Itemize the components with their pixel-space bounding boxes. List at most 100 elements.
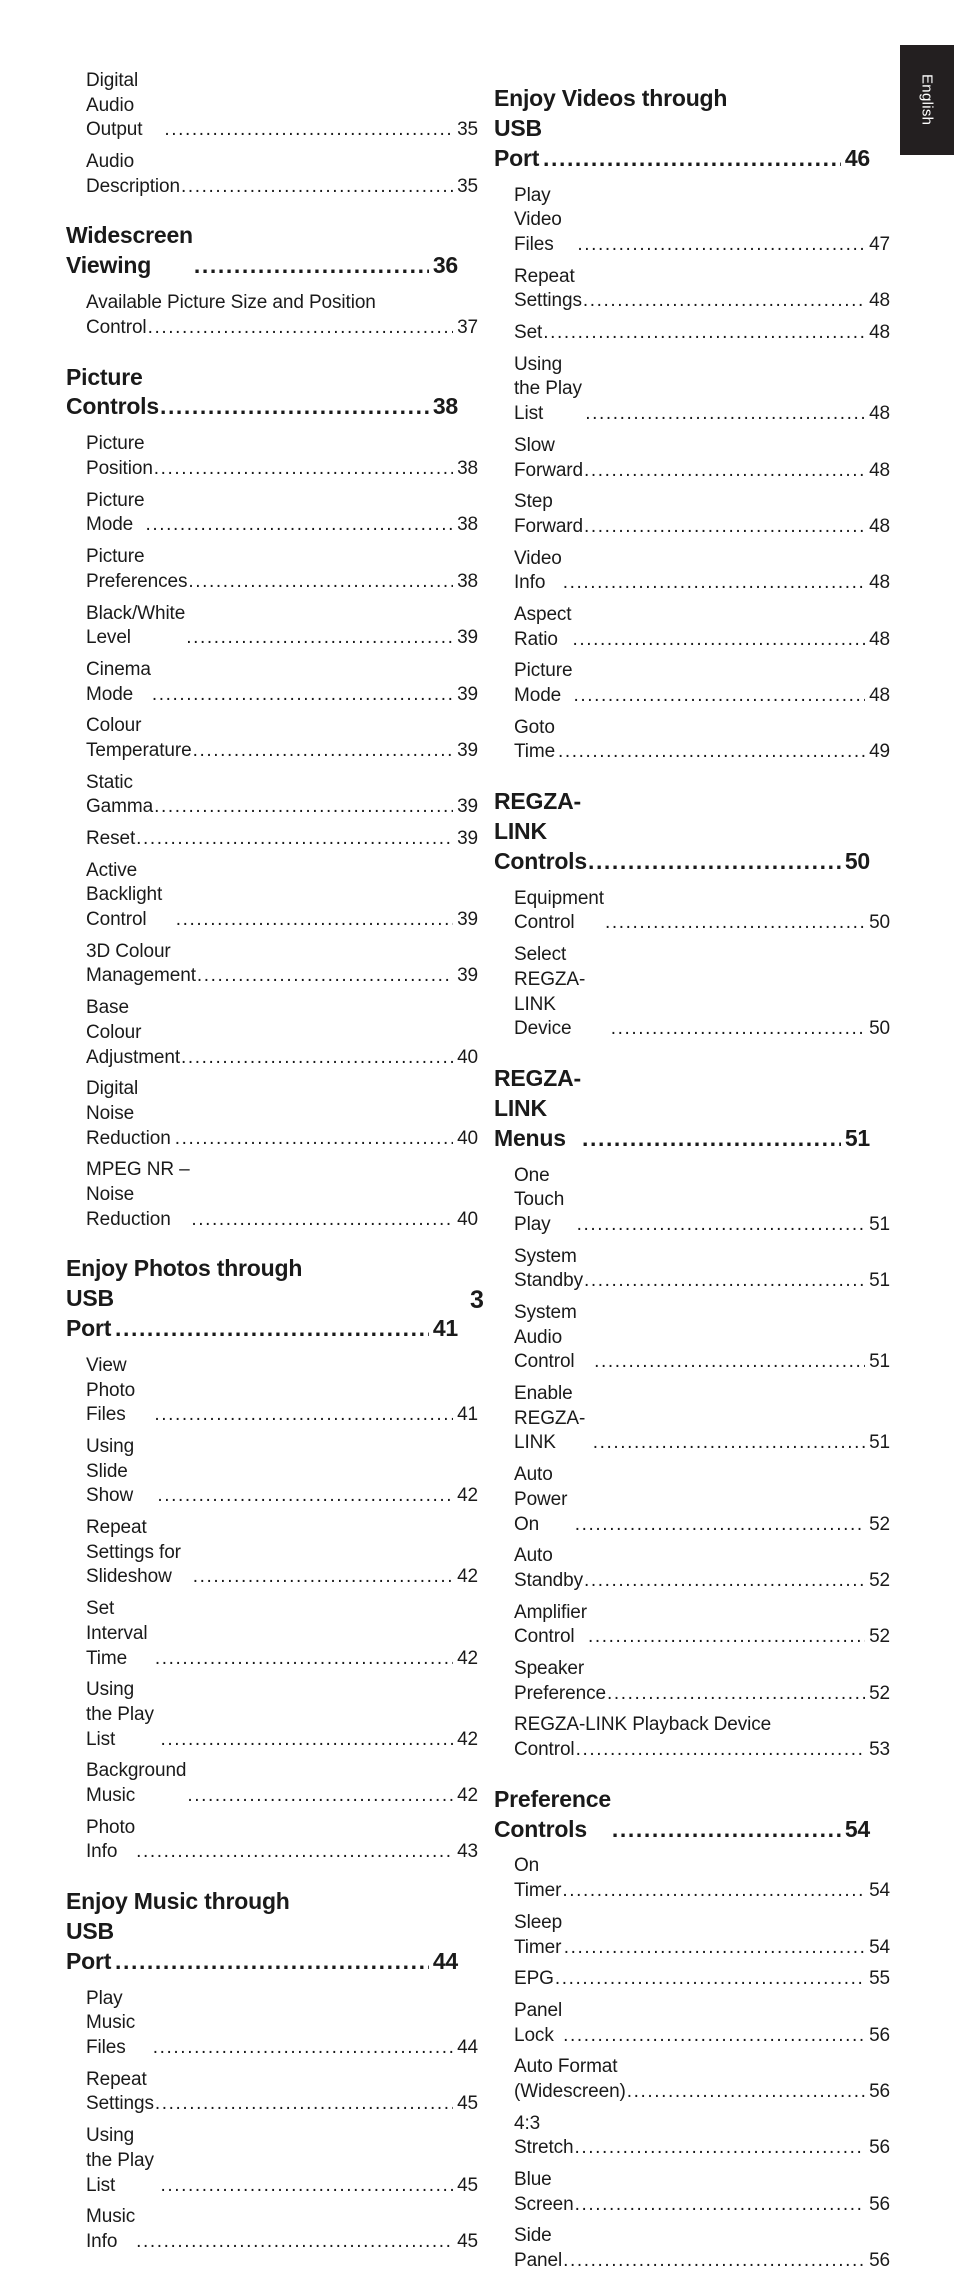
page-number: 3 [470, 1286, 484, 1314]
toc-entry-title: 4:3 Stretch [514, 2112, 574, 2159]
toc-leader-dots: ........................................… [562, 572, 866, 594]
toc-sub-entry[interactable]: View Photo Files........................… [66, 1354, 478, 1428]
toc-sub-entry[interactable]: 3D Colour Management ...................… [66, 940, 478, 989]
toc-leader-dots: ........................................… [594, 1351, 865, 1373]
toc-sub-entry[interactable]: Speaker Preference .....................… [494, 1657, 890, 1706]
toc-sub-entry[interactable]: On Timer................................… [494, 1854, 890, 1903]
toc-sub-entry[interactable]: Play Video Files........................… [494, 184, 890, 258]
toc-sub-entry[interactable]: Using Slide Show .......................… [66, 1435, 478, 1509]
toc-entry-title: Side Panel [514, 2225, 563, 2272]
toc-entry-title: Available Picture Size and Position [86, 292, 376, 314]
toc-leader-dots: ........................................… [583, 459, 866, 481]
toc-sub-entry[interactable]: Music Info..............................… [66, 2205, 478, 2254]
toc-entry-page-number: 56 [869, 2137, 890, 2159]
toc-sub-entry[interactable]: Side Panel..............................… [494, 2224, 890, 2273]
toc-chapter-entry[interactable]: REGZA-LINK Controls.....................… [494, 787, 870, 877]
language-tab-label: English [918, 74, 936, 126]
toc-sub-entry[interactable]: One Touch Play .........................… [494, 1164, 890, 1238]
toc-sub-entry[interactable]: Set ....................................… [494, 321, 890, 346]
toc-sub-entry[interactable]: Black/White Level.......................… [66, 602, 478, 651]
toc-sub-entry[interactable]: Using the Play List.....................… [494, 353, 890, 427]
toc-sub-entry[interactable]: Panel Lock..............................… [494, 1999, 890, 2048]
toc-sub-entry[interactable]: Repeat Settings for Slideshow ..........… [66, 1516, 478, 1590]
toc-entry-title: Goto Time [514, 716, 556, 763]
toc-sub-entry[interactable]: Static Gamma............................… [66, 771, 478, 820]
toc-leader-dots: ........................................… [160, 1728, 454, 1750]
toc-sub-entry[interactable]: Picture Preferences.....................… [66, 545, 478, 594]
toc-sub-entry[interactable]: Amplifier Control.......................… [494, 1601, 890, 1650]
toc-sub-entry[interactable]: Repeat Settings.........................… [494, 265, 890, 314]
toc-entry-title: Repeat Settings [86, 2068, 154, 2115]
toc-sub-entry[interactable]: Select REGZA-LINK Device................… [494, 943, 890, 1042]
toc-leader-dots: ........................................… [147, 316, 454, 338]
toc-leader-dots: ........................................… [192, 1566, 453, 1588]
toc-sub-entry[interactable]: Auto Power On ..........................… [494, 1463, 890, 1537]
toc-sub-entry[interactable]: Digital Noise Reduction ................… [66, 1077, 478, 1151]
toc-entry-page-number: 51 [869, 1351, 890, 1373]
toc-leader-dots: ........................................… [543, 322, 865, 344]
toc-chapter-entry[interactable]: Enjoy Music through USB Port.............… [66, 1887, 458, 1977]
toc-entry-title: Blue Screen [514, 2169, 574, 2215]
language-tab: English [900, 45, 954, 155]
toc-entry-page-number: 54 [869, 1936, 890, 1958]
toc-chapter-entry[interactable]: Widescreen Viewing......................… [66, 221, 458, 281]
toc-sub-entry[interactable]: Audio Description ......................… [66, 150, 478, 199]
toc-sub-entry[interactable]: Reset...................................… [66, 827, 478, 852]
toc-sub-entry[interactable]: Slow Forward ...........................… [494, 434, 890, 483]
toc-sub-entry[interactable]: MPEG NR – Noise Reduction ..............… [66, 1158, 478, 1232]
toc-entry-page-number: 56 [869, 2080, 890, 2102]
toc-sub-entry[interactable]: Colour Temperature......................… [66, 714, 478, 763]
toc-sub-entry[interactable]: Video Info .............................… [494, 547, 890, 596]
toc-sub-entry[interactable]: Auto Format (Widescreen) ...............… [494, 2055, 890, 2104]
toc-entry-title: Picture Preferences [86, 546, 188, 592]
toc-entry-title: Music Info [86, 2206, 136, 2252]
toc-sub-entry[interactable]: Blue Screen.............................… [494, 2168, 890, 2217]
toc-leader-dots: ........................................… [562, 1880, 866, 1902]
toc-sub-entry[interactable]: Equipment Control.......................… [494, 887, 890, 936]
toc-leader-dots: ........................................… [196, 965, 453, 987]
toc-leader-dots: ........................................… [611, 1815, 841, 1842]
toc-sub-entry[interactable]: Digital Audio Output....................… [66, 69, 478, 143]
toc-entry-page-number: 46 [844, 144, 870, 171]
toc-sub-entry[interactable]: Base Colour Adjustment..................… [66, 996, 478, 1070]
toc-sub-entry[interactable]: Active Backlight Control ...............… [66, 859, 478, 933]
toc-chapter-entry[interactable]: Preference Controls ....................… [494, 1785, 870, 1845]
toc-sub-entry[interactable]: REGZA-LINK Playback Device Control.......… [494, 1713, 890, 1762]
toc-entry-title: View Photo Files [86, 1354, 136, 1426]
toc-sub-entry[interactable]: Picture Mode ...........................… [66, 489, 478, 538]
toc-sub-entry[interactable]: Using the Play List.....................… [66, 2124, 478, 2198]
toc-sub-entry[interactable]: Using the Play List.....................… [66, 1678, 478, 1752]
toc-leader-dots: ........................................… [563, 2250, 866, 2272]
toc-sub-entry[interactable]: Available Picture Size and Position Contr… [66, 291, 478, 340]
toc-chapter-entry[interactable]: REGZA-LINK Menus .......................… [494, 1064, 870, 1154]
toc-sub-entry[interactable]: Photo Info..............................… [66, 1816, 478, 1865]
toc-sub-entry[interactable]: Step Forward............................… [494, 490, 890, 539]
toc-chapter-entry[interactable]: Picture Controls........................… [66, 363, 458, 423]
toc-entry-page-number: 48 [869, 403, 890, 425]
toc-sub-entry[interactable]: 4:3 Stretch.............................… [494, 2112, 890, 2161]
toc-leader-dots: ........................................… [581, 1124, 841, 1151]
toc-sub-entry[interactable]: Cinema Mode ............................… [66, 658, 478, 707]
toc-entry-title: Equipment Control [514, 887, 604, 934]
toc-entry-title-continued: Control [86, 316, 147, 338]
toc-sub-entry[interactable]: Play Music Files .......................… [66, 1987, 478, 2061]
toc-sub-entry[interactable]: Sleep Timer ............................… [494, 1911, 890, 1960]
toc-sub-entry[interactable]: Set Interval Time ......................… [66, 1597, 478, 1671]
toc-sub-entry[interactable]: Repeat Settings.........................… [66, 2068, 478, 2117]
toc-entry-title: Repeat Settings [514, 265, 582, 312]
toc-leader-dots: ........................................… [582, 290, 866, 312]
toc-sub-entry[interactable]: Background Music........................… [66, 1759, 478, 1808]
toc-columns: Digital Audio Output....................… [0, 62, 954, 2274]
toc-sub-entry[interactable]: Enable REGZA-LINK.......................… [494, 1382, 890, 1456]
toc-entry-page-number: 48 [869, 685, 890, 707]
toc-sub-entry[interactable]: Goto Time...............................… [494, 716, 890, 765]
toc-chapter-entry[interactable]: Enjoy Videos through USB Port............… [494, 84, 870, 174]
toc-entry-title: Picture Controls [66, 363, 159, 420]
toc-sub-entry[interactable]: Picture Mode ...........................… [494, 659, 890, 708]
toc-entry-title: REGZA-LINK Controls [494, 788, 587, 874]
toc-sub-entry[interactable]: Aspect Ratio ...........................… [494, 603, 890, 652]
toc-sub-entry[interactable]: EPG.....................................… [494, 1967, 890, 1992]
toc-sub-entry[interactable]: Auto Standby............................… [494, 1544, 890, 1593]
toc-entry-page-number: 48 [869, 628, 890, 650]
toc-sub-entry[interactable]: Picture Position .......................… [66, 432, 478, 481]
